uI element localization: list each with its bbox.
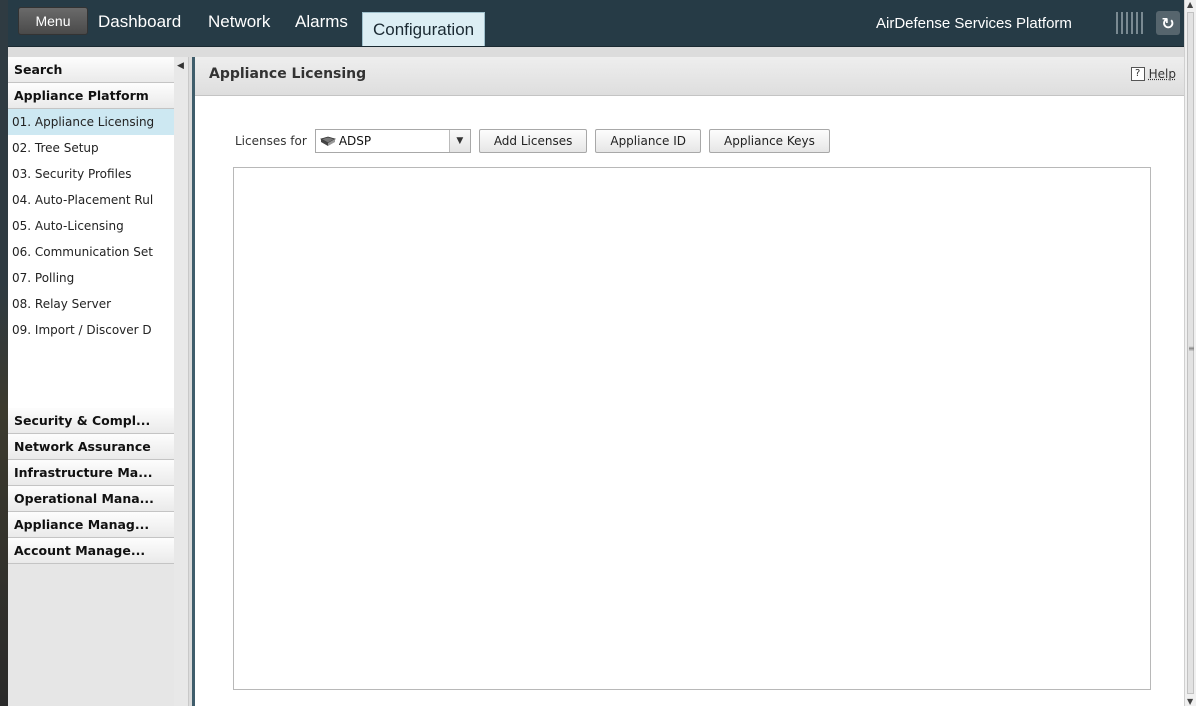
help-link[interactable]: ? Help [1130, 67, 1176, 81]
appliance-icon [319, 136, 336, 147]
tab-configuration[interactable]: Configuration [362, 12, 486, 46]
appliance-id-button[interactable]: Appliance ID [595, 129, 702, 153]
sidebar-section-operational[interactable]: Operational Mana... [8, 486, 174, 512]
sidebar-item-auto-placement[interactable]: 04. Auto-Placement Rul [8, 187, 174, 213]
sidebar-search[interactable]: Search [8, 57, 174, 83]
sidebar-item-import-discover[interactable]: 09. Import / Discover D [8, 317, 174, 343]
chevron-down-icon[interactable]: ▼ [448, 130, 470, 152]
scrollbar-thumb[interactable] [1187, 12, 1194, 694]
sidebar-item-security-profiles[interactable]: 03. Security Profiles [8, 161, 174, 187]
sidebar-section-infrastructure[interactable]: Infrastructure Ma... [8, 460, 174, 486]
page-title: Appliance Licensing [209, 66, 367, 82]
licenses-for-select[interactable]: ADSP ▼ [314, 129, 471, 153]
sidebar-section-network-assurance[interactable]: Network Assurance [8, 434, 174, 460]
licenses-for-value: ADSP [338, 134, 372, 148]
main-panel: Appliance Licensing ? Help Licenses for … [192, 57, 1184, 706]
help-icon[interactable]: ? [1130, 67, 1145, 81]
sidebar-collapse-handle[interactable]: ◀ [174, 57, 189, 706]
sidebar-section-account[interactable]: Account Manage... [8, 538, 174, 564]
sidebar-item-auto-licensing[interactable]: 05. Auto-Licensing [8, 213, 174, 239]
appliance-keys-button[interactable]: Appliance Keys [709, 129, 830, 153]
sidebar-section-security[interactable]: Security & Compl... [8, 408, 174, 434]
sidebar-section-appliance-manag[interactable]: Appliance Manag... [8, 512, 174, 538]
collapse-left-icon[interactable]: ◀ [177, 61, 184, 71]
tab-network[interactable]: Network [208, 12, 270, 32]
tab-alarms[interactable]: Alarms [295, 12, 348, 32]
sidebar-item-list: 01. Appliance Licensing 02. Tree Setup 0… [8, 109, 174, 408]
panel-header: Appliance Licensing ? Help [195, 57, 1184, 96]
top-nav-bar: Menu Dashboard Network Alarms Configurat… [8, 0, 1184, 47]
sidebar-section-appliance-platform[interactable]: Appliance Platform [8, 83, 174, 109]
help-label[interactable]: Help [1149, 67, 1176, 81]
window-left-edge [0, 0, 8, 706]
licenses-for-label: Licenses for [235, 134, 307, 148]
status-bars-icon [1116, 12, 1143, 34]
add-licenses-button[interactable]: Add Licenses [478, 129, 588, 153]
scroll-grip-icon: ≡ [1188, 344, 1195, 353]
scroll-down-icon[interactable]: ▼ [1187, 697, 1193, 706]
menu-button[interactable]: Menu [18, 7, 88, 35]
sidebar: Search Appliance Platform 01. Appliance … [8, 57, 175, 706]
refresh-icon[interactable]: ↻ [1156, 11, 1180, 35]
tab-dashboard[interactable]: Dashboard [98, 12, 181, 32]
sidebar-item-communication[interactable]: 06. Communication Set [8, 239, 174, 265]
platform-title: AirDefense Services Platform [876, 15, 1072, 32]
sidebar-item-relay-server[interactable]: 08. Relay Server [8, 291, 174, 317]
sidebar-item-polling[interactable]: 07. Polling [8, 265, 174, 291]
sidebar-item-appliance-licensing[interactable]: 01. Appliance Licensing [8, 109, 174, 135]
scroll-up-icon[interactable]: ▲ [1187, 0, 1193, 9]
page-scrollbar[interactable]: ▲ ≡ ▼ [1184, 0, 1196, 706]
licensing-toolbar: Licenses for ADSP ▼ Add Licenses Applian… [235, 129, 830, 153]
sidebar-item-tree-setup[interactable]: 02. Tree Setup [8, 135, 174, 161]
licenses-content-area [233, 167, 1151, 690]
